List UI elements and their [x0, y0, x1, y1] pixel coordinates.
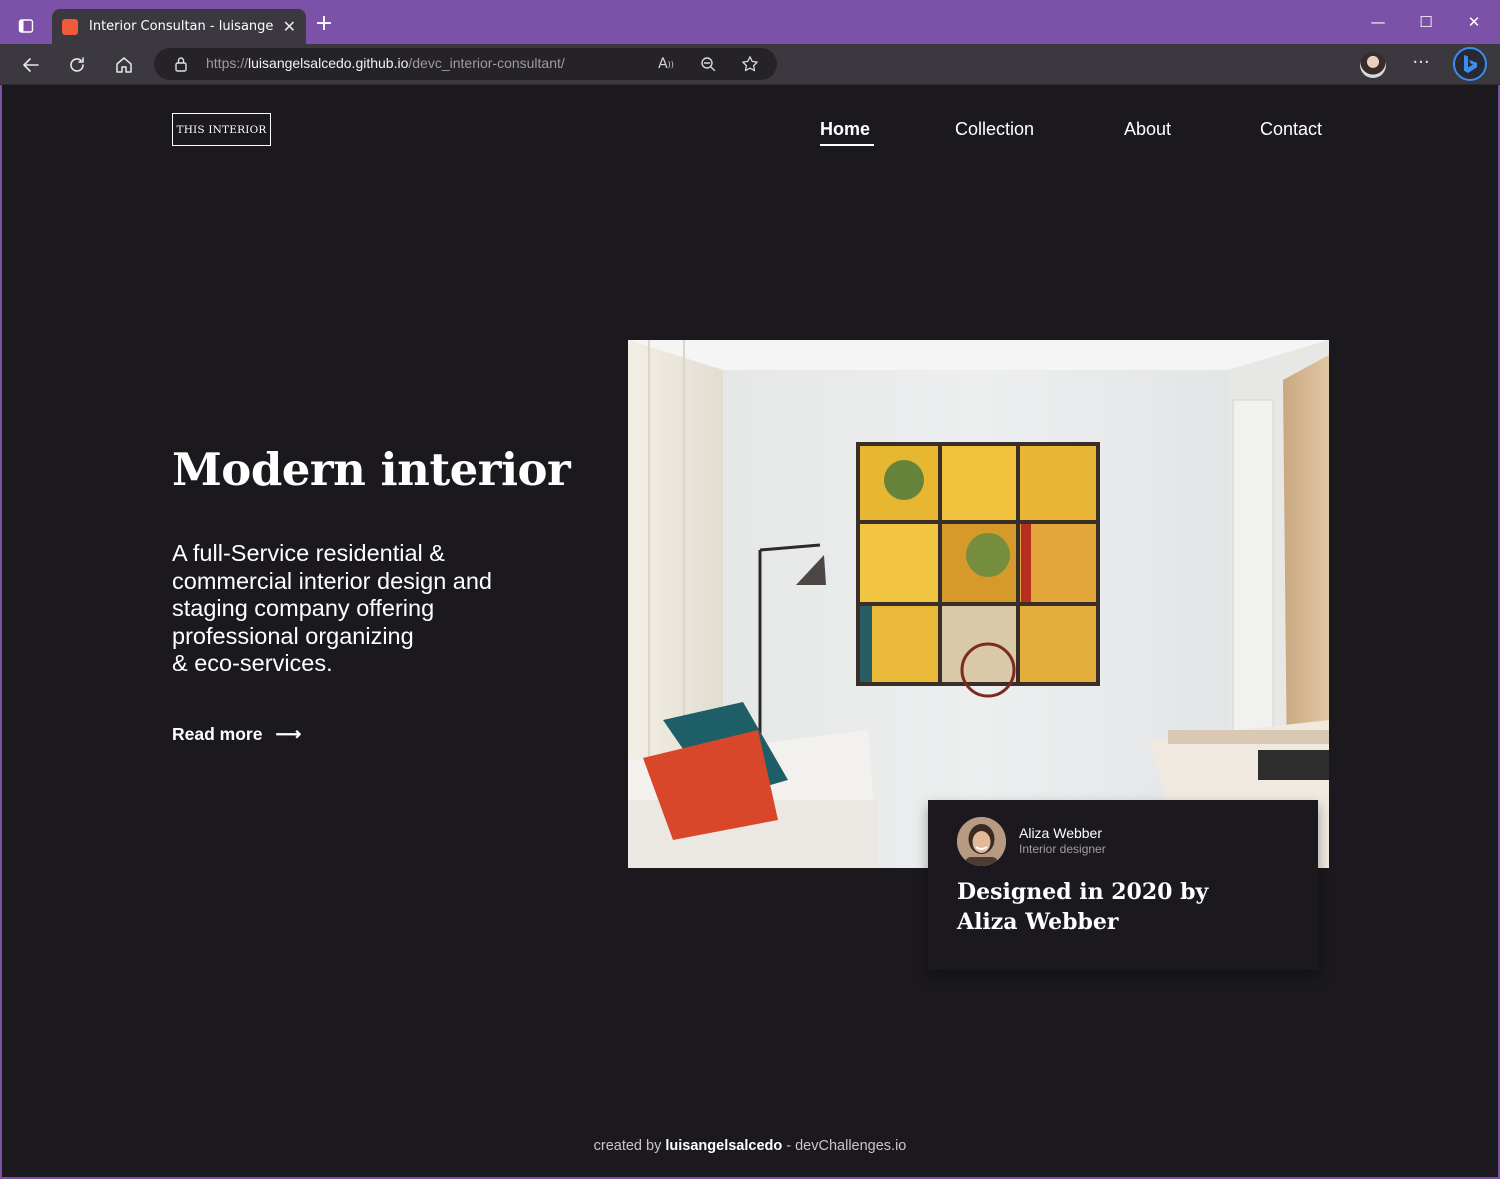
site-logo[interactable]: THIS INTERIOR — [172, 113, 271, 146]
browser-toolbar: https://luisangelsalcedo.github.io/devc_… — [0, 44, 1500, 85]
footer-author-link[interactable]: luisangelsalcedo — [665, 1138, 782, 1154]
tab-actions-icon[interactable] — [12, 12, 40, 40]
plus-icon[interactable]: + — [313, 13, 335, 35]
browser-tab[interactable]: Interior Consultan - luisangelsalc ✕ — [52, 9, 306, 44]
read-more-label: Read more — [172, 724, 263, 744]
read-more-link[interactable]: Read more ⟶ — [172, 724, 301, 745]
nav-home-underline — [820, 144, 874, 146]
home-icon[interactable] — [109, 50, 139, 80]
more-icon[interactable]: ··· — [1408, 50, 1434, 76]
footer-credit: created by luisangelsalcedo - devChallen… — [593, 1138, 907, 1154]
read-aloud-icon[interactable]: A)) — [655, 53, 677, 75]
window-close-icon[interactable]: ✕ — [1459, 10, 1489, 34]
lock-icon[interactable] — [174, 56, 188, 72]
hero-description: A full-Service residential & commercial … — [172, 540, 493, 676]
nav-home[interactable]: Home — [820, 119, 870, 140]
designer-role: Interior designer — [1019, 842, 1106, 856]
nav-about[interactable]: About — [1124, 119, 1171, 140]
minimize-icon[interactable]: — — [1363, 10, 1393, 34]
avatar — [957, 817, 1006, 866]
nav-collection[interactable]: Collection — [955, 119, 1034, 140]
back-icon[interactable] — [16, 50, 46, 80]
refresh-icon[interactable] — [62, 50, 92, 80]
interior-room-illustration — [628, 340, 1329, 868]
address-bar[interactable]: https://luisangelsalcedo.github.io/devc_… — [154, 48, 777, 80]
close-icon[interactable]: ✕ — [283, 17, 296, 36]
designer-name: Aliza Webber — [1019, 825, 1103, 841]
card-title: Designed in 2020 by Aliza Webber — [957, 879, 1209, 935]
url-text[interactable]: https://luisangelsalcedo.github.io/devc_… — [206, 55, 565, 71]
favorite-star-icon[interactable] — [739, 53, 761, 75]
hero-title: Modern interior — [172, 443, 571, 496]
designer-card: Aliza Webber Interior designer Designed … — [928, 800, 1318, 970]
nav-contact[interactable]: Contact — [1260, 119, 1322, 140]
bing-icon[interactable] — [1453, 47, 1487, 81]
hero-image — [628, 340, 1329, 868]
arrow-right-icon: ⟶ — [275, 724, 302, 744]
browser-titlebar: Interior Consultan - luisangelsalc ✕ + —… — [0, 0, 1500, 44]
zoom-out-icon[interactable] — [697, 53, 719, 75]
profile-avatar[interactable] — [1360, 52, 1386, 78]
favicon — [62, 18, 78, 35]
tab-title: Interior Consultan - luisangelsalc — [89, 19, 273, 34]
maximize-icon[interactable]: ☐ — [1411, 10, 1441, 34]
page-viewport: THIS INTERIOR Home Collection About Cont… — [2, 85, 1498, 1177]
